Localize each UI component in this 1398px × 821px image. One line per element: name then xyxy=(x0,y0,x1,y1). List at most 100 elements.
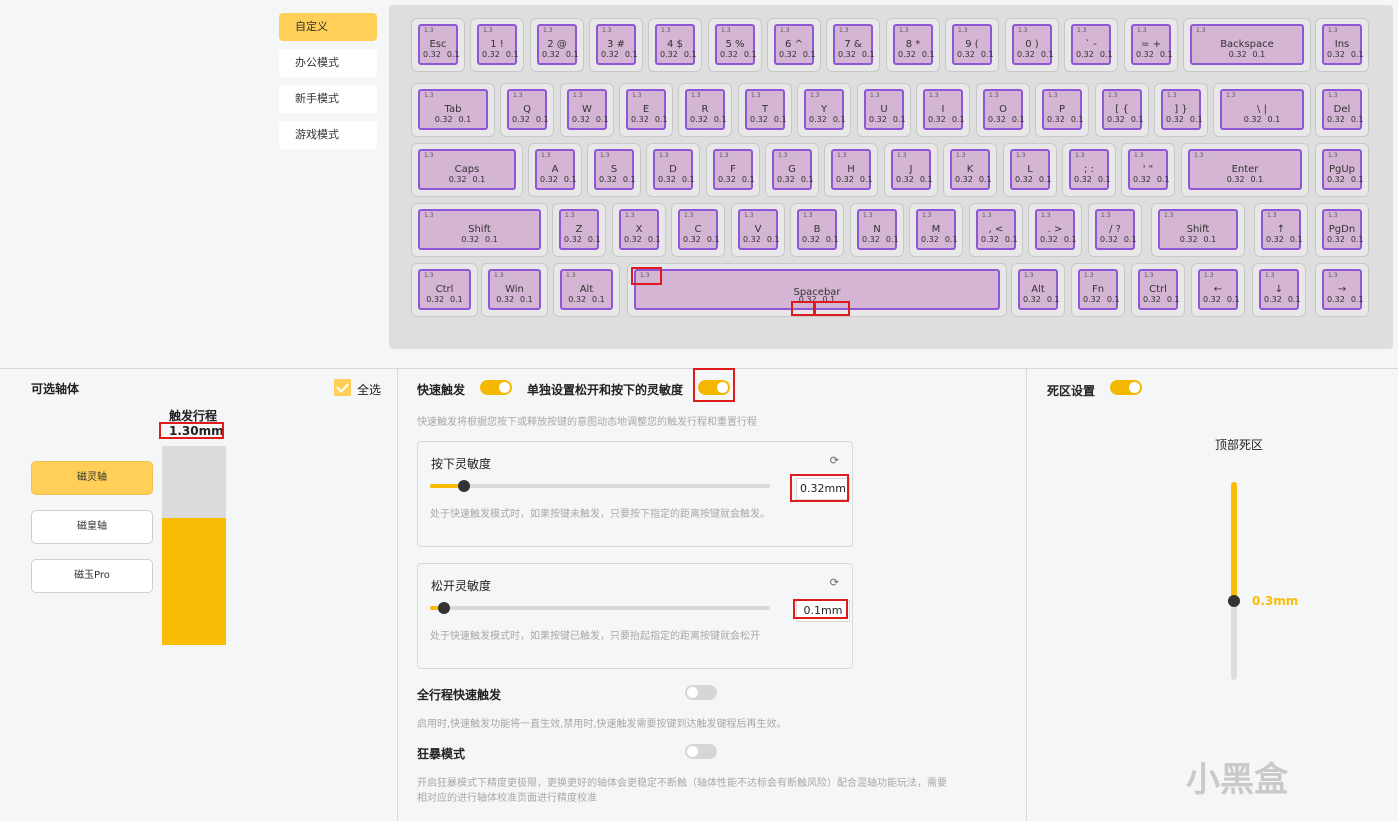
key[interactable]: 1.3 N 0.32 0.1 xyxy=(850,203,904,257)
key[interactable]: 1.3 PgDn 0.32 0.1 xyxy=(1315,203,1369,257)
key[interactable]: 1.3 H 0.32 0.1 xyxy=(824,143,878,197)
key[interactable]: 1.3 Tab 0.32 0.1 xyxy=(411,83,495,137)
key[interactable]: 1.3 / ? 0.32 0.1 xyxy=(1088,203,1142,257)
key[interactable]: 1.3 ` -0.32 0.1 xyxy=(1064,18,1118,72)
key[interactable]: 1.3 Fn 0.32 0.1 xyxy=(1071,263,1125,317)
key[interactable]: 1.3 Alt 0.32 0.1 xyxy=(553,263,620,317)
key[interactable]: 1.3 Shift 0.32 0.1 xyxy=(411,203,548,257)
key[interactable]: 1.3 Ctrl 0.32 0.1 xyxy=(411,263,478,317)
key[interactable]: 1.3 6 ^ 0.32 0.1 xyxy=(767,18,821,72)
release-slider[interactable] xyxy=(430,606,770,610)
key[interactable]: 1.3 4 $0.32 0.1 xyxy=(648,18,702,72)
key[interactable]: 1.3 . >0.32 0.1 xyxy=(1028,203,1082,257)
key[interactable]: 1.3 \ | 0.32 0.1 xyxy=(1213,83,1311,137)
select-all-checkbox[interactable] xyxy=(334,379,351,396)
key[interactable]: 1.3 8 * 0.32 0.1 xyxy=(886,18,940,72)
select-all-label[interactable]: 全选 xyxy=(357,381,381,398)
mode-button[interactable]: 新手模式 xyxy=(279,85,377,113)
mode-button[interactable]: 办公模式 xyxy=(279,49,377,77)
key[interactable]: 1.3 3 #0.32 0.1 xyxy=(589,18,643,72)
reset-icon[interactable]: ⟳ xyxy=(830,576,839,589)
mode-button[interactable]: 游戏模式 xyxy=(279,121,377,149)
key[interactable]: 1.3 0 ) 0.32 0.1 xyxy=(1005,18,1059,72)
key[interactable]: 1.3] } 0.32 0.1 xyxy=(1154,83,1208,137)
key[interactable]: 1.3 2 @0.32 0.1 xyxy=(530,18,584,72)
press-slider-knob[interactable] xyxy=(458,480,470,492)
key[interactable]: 1.3 B 0.32 0.1 xyxy=(790,203,844,257)
key[interactable]: 1.3 Q 0.32 0.1 xyxy=(500,83,554,137)
key[interactable]: 1.3 M 0.32 0.1 xyxy=(909,203,963,257)
key[interactable]: 1.3 O 0.32 0.1 xyxy=(976,83,1030,137)
key-title: 1.3 xyxy=(1204,272,1214,279)
deadzone-toggle[interactable] xyxy=(1110,380,1142,395)
full-travel-toggle[interactable] xyxy=(685,685,717,700)
key[interactable]: 1.3 L 0.32 0.1 xyxy=(1003,143,1057,197)
key[interactable]: 1.3 ← 0.32 0.1 xyxy=(1191,263,1245,317)
key[interactable]: 1.3 R 0.32 0.1 xyxy=(678,83,732,137)
key[interactable]: 1.3 ' " 0.32 0.1 xyxy=(1121,143,1175,197)
key-press-value: 0.32 xyxy=(862,235,880,244)
press-slider[interactable] xyxy=(430,484,770,488)
key[interactable]: 1.3 J 0.32 0.1 xyxy=(884,143,938,197)
key[interactable]: 1.3 K 0.32 0.1 xyxy=(943,143,997,197)
switch-option[interactable]: 磁灵轴 xyxy=(31,461,153,495)
key-values: 0.32 0.1 xyxy=(859,235,899,244)
key[interactable]: 1.3 Shift 0.32 0.1 xyxy=(1151,203,1245,257)
key[interactable]: 1.3 A 0.32 0.1 xyxy=(528,143,582,197)
mode-button[interactable]: 自定义 xyxy=(279,13,377,41)
rapid-trigger-toggle[interactable] xyxy=(480,380,512,395)
key-face: 1.3 [ {0.32 0.1 xyxy=(1102,89,1144,130)
key[interactable]: 1.3 , <0.32 0.1 xyxy=(969,203,1023,257)
key[interactable]: 1.3 V 0.32 0.1 xyxy=(731,203,785,257)
key[interactable]: 1.3 ; :0.32 0.1 xyxy=(1062,143,1116,197)
key[interactable]: 1.3 Z 0.32 0.1 xyxy=(552,203,606,257)
key[interactable]: 1.3 → 0.32 0.1 xyxy=(1315,263,1369,317)
key[interactable]: 1.3 Enter 0.32 0.1 xyxy=(1181,143,1309,197)
key[interactable]: 1.3 ↑ 0.32 0.1 xyxy=(1254,203,1308,257)
key-title: 1.3 xyxy=(870,92,880,99)
key[interactable]: 1.3 G 0.32 0.1 xyxy=(765,143,819,197)
deadzone-slider-knob[interactable] xyxy=(1228,595,1240,607)
key-label: 0 ) xyxy=(1025,39,1039,50)
key[interactable]: 1.3 X 0.32 0.1 xyxy=(612,203,666,257)
key[interactable]: 1.3 Ctrl 0.32 0.1 xyxy=(1131,263,1185,317)
switch-option[interactable]: 磁皇轴 xyxy=(31,510,153,544)
key[interactable]: 1.3 S 0.32 0.1 xyxy=(587,143,641,197)
key[interactable]: 1.3 Win 0.32 0.1 xyxy=(481,263,548,317)
key[interactable]: 1.3 T 0.32 0.1 xyxy=(738,83,792,137)
key[interactable]: 1.3 PgUp 0.32 0.1 xyxy=(1315,143,1369,197)
key[interactable]: 1.3 P 0.32 0.1 xyxy=(1035,83,1089,137)
release-slider-knob[interactable] xyxy=(437,602,450,614)
key-release-value: 0.1 xyxy=(713,115,727,124)
key-press-value: 0.32 xyxy=(1074,175,1092,184)
key[interactable]: 1.3 9 (0.32 0.1 xyxy=(945,18,999,72)
key[interactable]: 1.3 E 0.32 0.1 xyxy=(619,83,673,137)
key[interactable]: 1.3 I 0.32 0.1 xyxy=(916,83,970,137)
key[interactable]: 1.3 Y 0.32 0.1 xyxy=(797,83,851,137)
key[interactable]: 1.3 Backspace 0.32 0.1 xyxy=(1183,18,1311,72)
key-press-value: 0.32 xyxy=(423,50,441,59)
key[interactable]: 1.3 F 0.32 0.1 xyxy=(706,143,760,197)
key[interactable]: 1.3 Esc 0.32 0.1 xyxy=(411,18,465,72)
key-face: 1.3 1 ! 0.32 0.1 xyxy=(477,24,519,65)
key-press-value: 0.32 xyxy=(957,50,975,59)
key[interactable]: 1.3 7 & 0.32 0.1 xyxy=(826,18,880,72)
key[interactable]: 1.3 Ins 0.32 0.1 xyxy=(1315,18,1369,72)
reset-icon[interactable]: ⟳ xyxy=(830,454,839,467)
key[interactable]: 1.3 Del 0.32 0.1 xyxy=(1315,83,1369,137)
key[interactable]: 1.3 D 0.32 0.1 xyxy=(646,143,700,197)
key[interactable]: 1.3 Caps 0.32 0.1 xyxy=(411,143,523,197)
key[interactable]: 1.3 Alt 0.32 0.1 xyxy=(1011,263,1065,317)
key-face: 1.3 T 0.32 0.1 xyxy=(745,89,787,130)
key[interactable]: 1.3 1 ! 0.32 0.1 xyxy=(470,18,524,72)
key[interactable]: 1.3 U 0.32 0.1 xyxy=(857,83,911,137)
key[interactable]: 1.3 [ {0.32 0.1 xyxy=(1095,83,1149,137)
key[interactable]: 1.3 = +0.32 0.1 xyxy=(1124,18,1178,72)
switch-option[interactable]: 磁玉Pro xyxy=(31,559,153,593)
key[interactable]: 1.3 W 0.32 0.1 xyxy=(560,83,614,137)
rage-mode-toggle[interactable] xyxy=(685,744,717,759)
key[interactable]: 1.3 5 % 0.32 0.1 xyxy=(708,18,762,72)
key[interactable]: 1.3 C 0.32 0.1 xyxy=(671,203,725,257)
key[interactable]: 1.3 ↓ 0.32 0.1 xyxy=(1252,263,1306,317)
key-press-value: 0.32 xyxy=(750,115,768,124)
